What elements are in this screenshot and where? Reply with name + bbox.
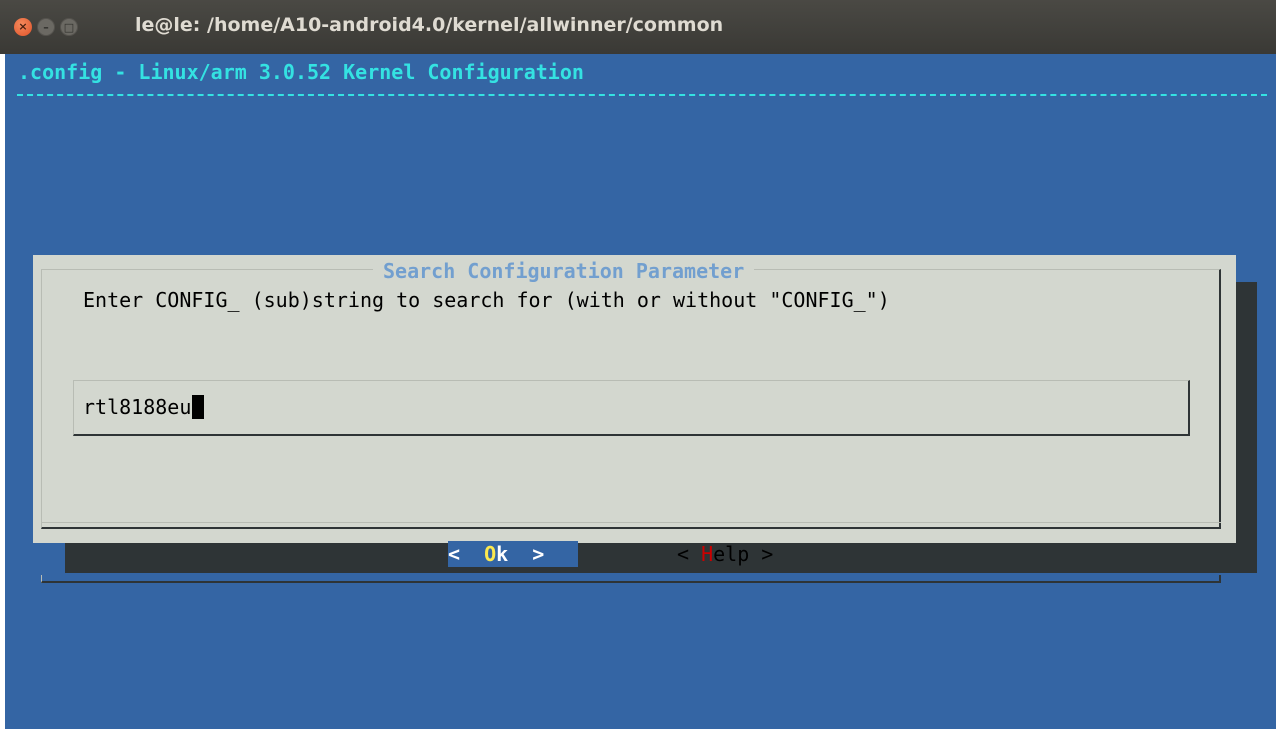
header-divider — [17, 94, 1267, 96]
menuconfig-header: .config - Linux/arm 3.0.52 Kernel Config… — [18, 60, 584, 84]
window-title: le@le: /home/A10-android4.0/kernel/allwi… — [135, 14, 724, 36]
search-prompt: Enter CONFIG_ (sub)string to search for … — [83, 288, 890, 312]
maximize-window-icon[interactable]: □ — [60, 18, 78, 36]
ok-button-left: < — [448, 542, 485, 566]
dialog-title: Search Configuration Parameter — [373, 259, 755, 283]
ok-button[interactable]: < Ok > — [448, 541, 578, 567]
terminal-area[interactable]: .config - Linux/arm 3.0.52 Kernel Config… — [5, 54, 1276, 729]
window-titlebar: × – □ le@le: /home/A10-android4.0/kernel… — [0, 0, 1276, 54]
search-input-value: rtl8188eu — [83, 395, 192, 419]
text-cursor — [192, 395, 205, 419]
close-window-icon[interactable]: × — [14, 18, 32, 36]
help-button-left: < — [677, 542, 702, 566]
help-button[interactable]: < Help > — [677, 541, 773, 567]
minimize-window-icon[interactable]: – — [37, 18, 55, 36]
ok-button-rest: k > — [496, 542, 545, 566]
search-dialog: Search Configuration Parameter Enter CON… — [33, 255, 1236, 583]
help-button-rest: elp > — [713, 542, 774, 566]
help-button-hotkey: H — [701, 542, 714, 566]
button-row-divider — [41, 522, 1221, 523]
dialog-bottom-frame — [41, 575, 1221, 583]
ok-button-hotkey: O — [484, 542, 497, 566]
search-input[interactable]: rtl8188eu — [73, 380, 1190, 436]
